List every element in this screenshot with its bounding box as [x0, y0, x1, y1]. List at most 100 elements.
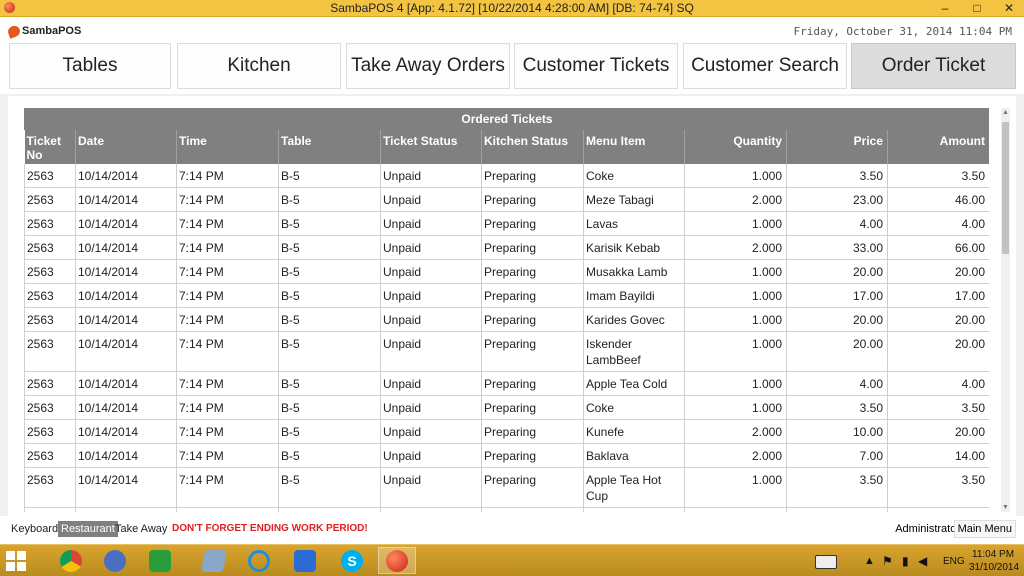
table-cell: B-5: [278, 235, 381, 260]
table-cell: Iskender LambBeef: [583, 331, 685, 372]
main-content: Ordered Tickets Ticket No Date Time Tabl…: [0, 94, 1024, 516]
table-row[interactable]: 2563 10/14/2014 7:14 PM B-5 Unpaid Preparing K…: [24, 235, 989, 260]
table-cell: 1.000: [684, 395, 787, 420]
column-header[interactable]: Ticket Status: [380, 130, 482, 164]
language-indicator[interactable]: ENG: [943, 556, 965, 567]
nav-tables-button[interactable]: Tables: [9, 43, 171, 89]
table-cell: Dolma: [583, 507, 685, 512]
table-cell: B-5: [278, 395, 381, 420]
tray-arrow-icon[interactable]: ▲: [864, 555, 875, 567]
table-cell: 10/14/2014: [75, 395, 177, 420]
column-header[interactable]: Price: [786, 130, 888, 164]
report-scroll-area[interactable]: Ordered Tickets Ticket No Date Time Tabl…: [24, 108, 989, 512]
column-header[interactable]: Ticket No: [24, 130, 76, 164]
nav-order-ticket-button[interactable]: Order Ticket: [851, 43, 1016, 89]
table-cell: 66.00: [887, 235, 989, 260]
table-cell: B-3: [278, 507, 381, 512]
table-row[interactable]: 2563 10/14/2014 7:14 PM B-5 Unpaid Preparing I…: [24, 283, 989, 308]
column-header[interactable]: Kitchen Status: [481, 130, 584, 164]
table-cell: Preparing: [481, 211, 584, 236]
table-row[interactable]: 2563 10/14/2014 7:14 PM B-5 Unpaid Preparing M…: [24, 187, 989, 212]
table-cell: Preparing: [481, 419, 584, 444]
scroll-up-arrow-icon[interactable]: ▲: [1001, 108, 1010, 117]
table-row[interactable]: 2563 10/14/2014 7:14 PM B-5 Unpaid Preparing K…: [24, 307, 989, 332]
mail-icon[interactable]: [286, 547, 324, 574]
table-cell: Preparing: [481, 283, 584, 308]
sambapos-logo: SambaPOS: [6, 23, 81, 39]
table-row[interactable]: 2563 10/14/2014 7:14 PM B-5 Unpaid Preparing M…: [24, 259, 989, 284]
table-cell: 7:14 PM: [176, 307, 279, 332]
table-cell: 9.00: [887, 507, 989, 512]
table-cell: Unpaid: [380, 235, 482, 260]
table-row[interactable]: 2563 10/14/2014 7:14 PM B-5 Unpaid Preparing A…: [24, 371, 989, 396]
table-cell: Unpaid: [380, 331, 482, 372]
column-header[interactable]: Date: [75, 130, 177, 164]
table-cell: 17.00: [786, 283, 888, 308]
table-cell: Unpaid: [380, 283, 482, 308]
table-cell: 1.000: [684, 307, 787, 332]
network-icon[interactable]: ▮: [902, 554, 909, 568]
table-cell: 2563: [24, 419, 76, 444]
table-row[interactable]: 2563 10/14/2014 7:14 PM B-5 Unpaid Preparing K…: [24, 419, 989, 444]
nav-customer-tickets-button[interactable]: Customer Tickets: [514, 43, 678, 89]
nav-kitchen-button[interactable]: Kitchen: [177, 43, 341, 89]
close-button[interactable]: ✕: [1002, 1, 1016, 15]
column-header[interactable]: Table: [278, 130, 381, 164]
table-cell: 3.50: [887, 395, 989, 420]
table-cell: B-5: [278, 443, 381, 468]
table-cell: Coke: [583, 395, 685, 420]
table-row[interactable]: 2563 10/14/2014 7:14 PM B-5 Unpaid Preparing L…: [24, 211, 989, 236]
skype-icon[interactable]: S: [333, 547, 371, 574]
table-cell: B-5: [278, 371, 381, 396]
sambapos-taskbar-icon[interactable]: [378, 547, 416, 574]
notebook-icon[interactable]: [195, 547, 233, 574]
table-cell: Preparing: [481, 259, 584, 284]
touch-keyboard-icon[interactable]: [815, 555, 837, 569]
minimize-button[interactable]: ‒: [938, 1, 952, 15]
column-header[interactable]: Quantity: [684, 130, 787, 164]
main-menu-button[interactable]: Main Menu: [953, 520, 1016, 538]
current-user: Administrator: [895, 523, 960, 535]
vertical-scrollbar[interactable]: ▲ ▼: [1001, 108, 1010, 512]
windows-start-icon[interactable]: [6, 551, 26, 571]
internet-explorer-icon[interactable]: [240, 547, 278, 574]
column-header[interactable]: Menu Item: [583, 130, 685, 164]
volume-icon[interactable]: ◀: [918, 554, 927, 568]
pen-app-icon[interactable]: [96, 547, 134, 574]
table-cell: 7:14 PM: [176, 419, 279, 444]
taskbar-clock-date[interactable]: 31/10/2014: [969, 562, 1019, 573]
table-cell: Unpaid: [380, 307, 482, 332]
table-cell: 2563: [24, 187, 76, 212]
table-cell: 10/14/2014: [75, 187, 177, 212]
table-row[interactable]: 2563 10/14/2014 7:14 PM B-5 Unpaid Preparing C…: [24, 395, 989, 420]
table-cell: Apple Tea Cold: [583, 371, 685, 396]
table-cell: 7:14 PM: [176, 259, 279, 284]
nav-take-away-orders-button[interactable]: Take Away Orders: [346, 43, 510, 89]
nav-customer-search-button[interactable]: Customer Search: [683, 43, 847, 89]
column-header[interactable]: Time: [176, 130, 279, 164]
chrome-icon[interactable]: [52, 547, 90, 574]
table-row[interactable]: 2563 10/14/2014 7:14 PM B-5 Unpaid Preparing B…: [24, 443, 989, 468]
table-row[interactable]: 2563 10/14/2014 7:14 PM B-5 Unpaid Preparing I…: [24, 331, 989, 372]
table-cell: Order Ready: [481, 507, 584, 512]
table-cell: 7.00: [786, 443, 888, 468]
scroll-down-arrow-icon[interactable]: ▼: [1001, 503, 1010, 512]
table-cell: Paid: [380, 507, 482, 512]
table-cell: 10/14/2014: [75, 307, 177, 332]
table-row[interactable]: 2563 10/14/2014 7:14 PM B-5 Unpaid Preparing C…: [24, 164, 989, 188]
table-cell: Coke: [583, 164, 685, 188]
column-header[interactable]: Amount: [887, 130, 989, 164]
taskbar-clock-time[interactable]: 11:04 PM: [972, 549, 1014, 560]
take-away-button[interactable]: Take Away: [112, 521, 170, 537]
scrollbar-thumb[interactable]: [1002, 122, 1009, 254]
table-cell: Unpaid: [380, 371, 482, 396]
maximize-button[interactable]: □: [970, 1, 984, 15]
table-row[interactable]: 2563 10/14/2014 7:14 PM B-5 Unpaid Preparing A…: [24, 467, 989, 508]
table-cell: 20.00: [887, 259, 989, 284]
store-icon[interactable]: [141, 547, 179, 574]
keyboard-button[interactable]: Keyboard: [8, 521, 61, 537]
restaurant-button[interactable]: Restaurant: [58, 521, 118, 537]
action-center-icon[interactable]: ⚑: [882, 554, 893, 568]
table-row[interactable]: 256410/14/20147:27 PMB-3PaidOrder ReadyD…: [24, 507, 989, 512]
table-cell: 7:14 PM: [176, 283, 279, 308]
